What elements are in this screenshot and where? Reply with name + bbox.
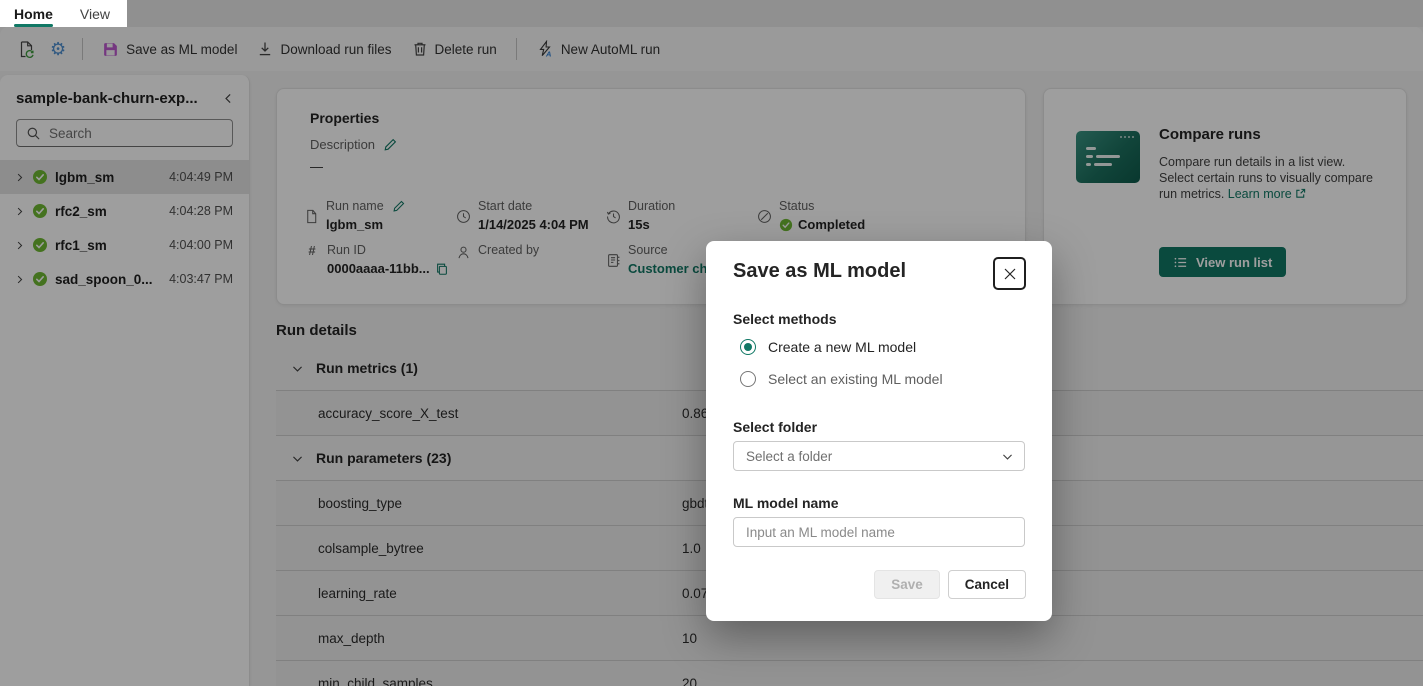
close-icon (1003, 267, 1017, 281)
radio-create-new-ml-model[interactable]: Create a new ML model (740, 339, 916, 355)
cancel-button[interactable]: Cancel (947, 570, 1026, 599)
tab-home[interactable]: Home (14, 0, 53, 27)
ml-model-name-input[interactable] (733, 517, 1025, 547)
ribbon-tabs: Home View (0, 0, 127, 27)
ml-model-name-label: ML model name (733, 495, 839, 511)
radio-selected-icon[interactable] (740, 339, 756, 355)
chevron-down-icon (1001, 450, 1014, 463)
save-button[interactable]: Save (874, 570, 940, 599)
close-dialog-button[interactable] (993, 257, 1026, 290)
radio-existing-label: Select an existing ML model (768, 371, 943, 387)
dialog-title: Save as ML model (733, 260, 907, 282)
select-folder-label: Select folder (733, 419, 818, 435)
save-as-ml-model-dialog: Save as ML model Select methods Create a… (706, 241, 1052, 621)
radio-unselected-icon[interactable] (740, 371, 756, 387)
radio-select-existing-ml-model[interactable]: Select an existing ML model (740, 371, 943, 387)
tab-view[interactable]: View (80, 0, 110, 27)
folder-dropdown-value: Select a folder (746, 448, 833, 464)
radio-create-label: Create a new ML model (768, 339, 917, 355)
select-methods-label: Select methods (733, 311, 837, 327)
folder-dropdown[interactable]: Select a folder (733, 441, 1025, 471)
